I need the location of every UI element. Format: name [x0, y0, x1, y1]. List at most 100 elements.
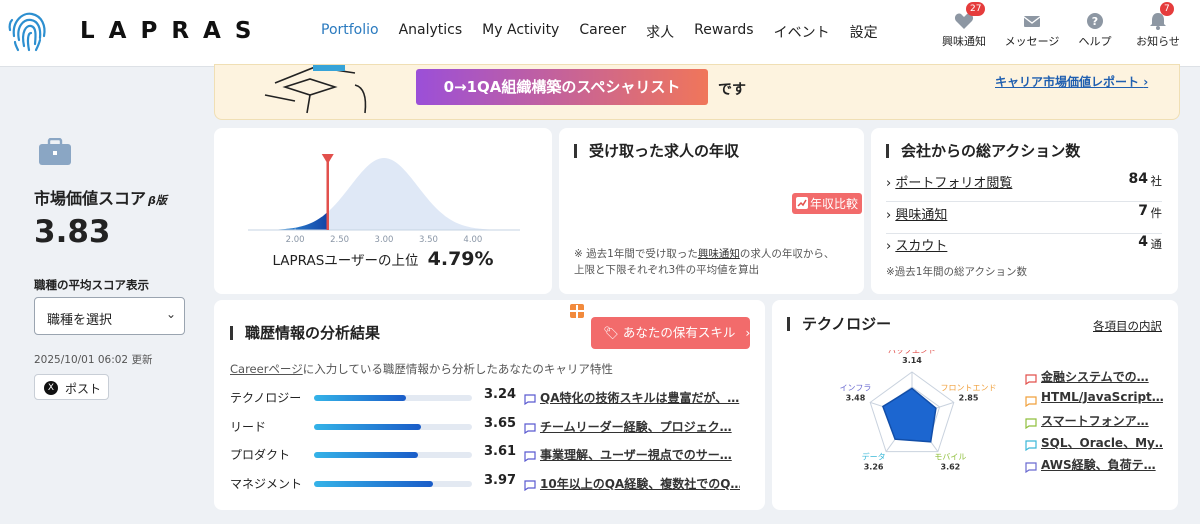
- chart-icon: [796, 197, 808, 209]
- career-row-comment[interactable]: QA特化の技術スキルは豊富だが、…: [540, 389, 740, 406]
- radar-axis-value: 3.62: [941, 462, 961, 471]
- technology-radar-chart: バックエンド3.14 フロントエンド2.85 モバイル3.62 データ3.26 インフラ…: [840, 350, 997, 471]
- help-button[interactable]: ? ヘルプ: [1076, 12, 1114, 49]
- action-row-scout-unit: 通: [1150, 237, 1163, 251]
- nav-jobs[interactable]: 求人: [646, 22, 674, 42]
- main-nav: Portfolio Analytics My Activity Career 求…: [321, 22, 898, 42]
- market-score-title: 市場価値スコア β版: [34, 185, 167, 209]
- career-row-comment[interactable]: 事業理解、ユーザー視点でのサー…: [540, 446, 740, 463]
- updated-timestamp: 2025/10/01 06:02 更新: [34, 354, 153, 366]
- tech-item-text[interactable]: スマートフォンア…: [1041, 412, 1163, 429]
- action-row-scout-value: 4: [1138, 234, 1148, 250]
- lapras-logo-icon[interactable]: [6, 6, 52, 58]
- owned-skills-label: あなたの保有スキル: [622, 325, 736, 340]
- career-page-link[interactable]: Careerページ: [230, 362, 303, 376]
- career-row-bar-fill: [314, 395, 406, 401]
- job-type-select-value: 職種を選択: [47, 313, 113, 328]
- comment-icon: [524, 419, 536, 438]
- tech-item-text[interactable]: SQL、Oracle、My…: [1041, 434, 1163, 451]
- action-row-scout[interactable]: › スカウト 4 通: [886, 234, 1163, 259]
- salary-compare-button[interactable]: 年収比較: [792, 193, 863, 214]
- career-row-score: 3.24: [484, 387, 517, 402]
- gift-icon: [570, 304, 584, 319]
- help-label: ヘルプ: [1078, 35, 1112, 48]
- user-marker-triangle: [321, 154, 334, 164]
- distribution-card: 2.00 2.50 3.00 3.50 4.00 LAPRASユーザーの上位 4.79%: [214, 128, 552, 294]
- specialist-button[interactable]: 0→1QA組織構築のスペシャリスト: [416, 69, 708, 105]
- career-row-label: テクノロジー: [230, 391, 302, 405]
- notice-label: お知らせ: [1136, 35, 1180, 48]
- salary-card: 受け取った求人の年収 年収比較 ※ 過去1年間で受け取った興味通知の求人の年収か…: [559, 128, 864, 294]
- chevron-right-icon: ›: [1143, 75, 1149, 89]
- action-row-scout-label: › スカウト: [886, 239, 948, 254]
- tech-item-text[interactable]: AWS経験、負荷テ…: [1041, 456, 1163, 473]
- nav-settings[interactable]: 設定: [850, 22, 878, 42]
- action-row-portfolio-text[interactable]: ポートフォリオ閲覧: [895, 176, 1012, 191]
- nav-portfolio[interactable]: Portfolio: [321, 22, 379, 42]
- briefcase-icon: [39, 138, 71, 165]
- radar-value-polygon: [881, 387, 937, 443]
- action-row-scout-text[interactable]: スカウト: [895, 239, 947, 254]
- message-button[interactable]: メッセージ: [1002, 12, 1062, 49]
- distribution-tick-label: 3.00: [375, 235, 394, 245]
- radar-axis-value: 3.14: [902, 356, 922, 365]
- nav-my-activity[interactable]: My Activity: [482, 22, 559, 42]
- x-post-button[interactable]: X ポスト: [34, 374, 109, 400]
- tech-item-text[interactable]: 金融システムでの…: [1041, 368, 1163, 385]
- interest-badge: 27: [966, 2, 986, 16]
- radar-axis-label: インフラ: [840, 384, 872, 393]
- career-analysis-card: 職歴情報の分析結果 🏷 あなたの保有スキル › Careerページに入力している…: [214, 300, 765, 510]
- radar-axis-label: フロントエンド: [941, 384, 997, 393]
- radar-axis-value: 3.48: [846, 394, 866, 403]
- salary-note-b: の求人の年収から、: [739, 248, 835, 260]
- comment-icon: [1025, 458, 1037, 477]
- action-row-interest-unit: 件: [1150, 206, 1163, 220]
- radar-axis-label: データ: [862, 451, 886, 461]
- nav-career[interactable]: Career: [579, 22, 626, 42]
- radar-axis-value: 3.26: [864, 462, 884, 471]
- heart-icon: 27: [954, 2, 986, 30]
- nav-events[interactable]: イベント: [774, 22, 830, 42]
- career-row-label: リード: [230, 419, 267, 434]
- report-link-label[interactable]: キャリア市場価値レポート: [995, 75, 1139, 89]
- notice-button[interactable]: 7 お知らせ: [1133, 2, 1183, 49]
- salary-compare-label: 年収比較: [810, 197, 859, 211]
- mail-icon: [1022, 12, 1042, 30]
- action-row-interest[interactable]: › 興味通知 7 件: [886, 203, 1163, 234]
- action-row-interest-text[interactable]: 興味通知: [895, 208, 947, 223]
- svg-text:?: ?: [1092, 15, 1098, 28]
- nav-rewards[interactable]: Rewards: [694, 22, 753, 42]
- logo-text[interactable]: LAPRAS: [80, 18, 265, 44]
- career-row-bar: [314, 452, 472, 458]
- action-row-portfolio-value: 84: [1128, 171, 1148, 187]
- post-label: ポスト: [65, 382, 102, 396]
- radar-axis-value: 2.85: [959, 394, 979, 403]
- career-row-comment[interactable]: 10年以上のQA経験、複数社でのQ…: [540, 475, 740, 492]
- career-row-bar: [314, 480, 472, 487]
- salary-note-line2: 上限と下限それぞれ3件の平均値を算出: [574, 264, 760, 276]
- job-type-select[interactable]: 職種を選択 ⌄: [34, 297, 185, 335]
- interest-label: 興味通知: [942, 35, 986, 48]
- x-logo-icon: X: [44, 381, 58, 395]
- technology-title: テクノロジー: [787, 317, 891, 332]
- action-row-portfolio[interactable]: › ポートフォリオ閲覧 84 社: [886, 171, 1162, 202]
- nav-analytics[interactable]: Analytics: [399, 22, 463, 42]
- bell-icon: 7: [1148, 2, 1174, 30]
- career-row-label: プロダクト: [230, 448, 291, 462]
- help-icon: ?: [1085, 12, 1105, 30]
- interest-notification-button[interactable]: 27 興味通知: [941, 2, 987, 49]
- market-score-title-text: 市場価値スコア: [34, 189, 147, 208]
- banner-suffix: です: [718, 82, 746, 98]
- comment-icon: [1025, 436, 1037, 455]
- tech-item-text[interactable]: HTML/JavaScript…: [1041, 390, 1163, 404]
- salary-note-link[interactable]: 興味通知: [698, 248, 740, 260]
- career-row-bar-fill: [314, 423, 422, 430]
- tag-icon: 🏷: [603, 325, 619, 340]
- detail-breakdown-link[interactable]: 各項目の内訳: [1093, 318, 1162, 334]
- percentile-caption: LAPRASユーザーの上位 4.79%: [214, 248, 552, 270]
- report-link[interactable]: キャリア市場価値レポート ›: [995, 73, 1148, 90]
- career-row-score: 3.61: [484, 444, 517, 459]
- career-row-comment[interactable]: チームリーダー経験、プロジェク…: [540, 418, 740, 435]
- comment-icon: [524, 390, 536, 409]
- owned-skills-button[interactable]: 🏷 あなたの保有スキル ›: [591, 317, 750, 349]
